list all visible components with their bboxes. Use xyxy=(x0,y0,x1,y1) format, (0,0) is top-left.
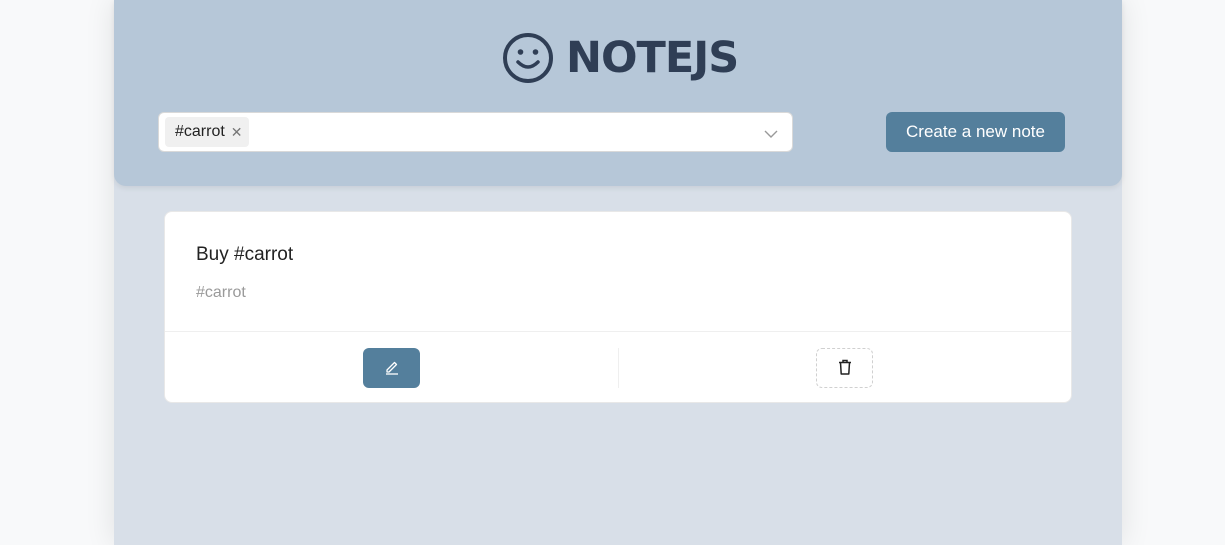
trash-icon xyxy=(836,358,854,379)
tag-chip-label: #carrot xyxy=(175,123,225,140)
edit-note-button[interactable] xyxy=(363,348,420,388)
action-divider xyxy=(618,348,619,388)
tag-filter-select[interactable]: #carrot ✕ xyxy=(158,112,793,152)
chevron-down-icon[interactable] xyxy=(764,126,778,144)
delete-note-button[interactable] xyxy=(816,348,873,388)
close-icon[interactable]: ✕ xyxy=(231,124,243,141)
create-note-button[interactable]: Create a new note xyxy=(886,112,1065,152)
note-title: Buy #carrot xyxy=(196,244,294,265)
smiley-icon xyxy=(502,32,554,84)
header: NOTEJS #carrot ✕ Create a new note xyxy=(114,0,1122,186)
note-actions xyxy=(165,331,1071,403)
pencil-icon xyxy=(383,358,401,379)
note-card: Buy #carrot #carrot xyxy=(164,211,1072,403)
tag-chip: #carrot ✕ xyxy=(165,117,249,147)
logo: NOTEJS xyxy=(502,28,739,88)
app-title: NOTEJS xyxy=(566,33,739,83)
note-tags: #carrot xyxy=(196,284,246,301)
app-container: NOTEJS #carrot ✕ Create a new note Buy #… xyxy=(114,0,1122,545)
